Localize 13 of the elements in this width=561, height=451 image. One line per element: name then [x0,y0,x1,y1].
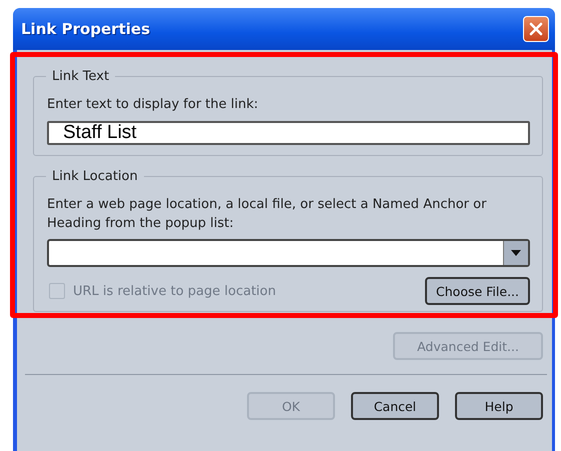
close-icon [529,22,543,36]
choose-file-button[interactable]: Choose File... [425,277,530,305]
close-button[interactable] [523,16,549,42]
dialog-button[interactable]: Cancel [351,392,439,420]
field-label: Enter a web page location, a local file, or select a Named Anchor or Heading from the popup list: [47,196,487,233]
dropdown-button[interactable] [503,241,528,265]
caret-icon [511,250,521,256]
checkbox-label: URL is relative to page location [73,284,276,298]
window-title: Link Properties [21,20,150,38]
field-label: Enter text to display for the link: [47,96,260,114]
location-combo-box[interactable] [47,239,530,267]
dialog-button[interactable]: Help [455,392,543,420]
link-text-field[interactable]: Staff List [47,121,530,145]
